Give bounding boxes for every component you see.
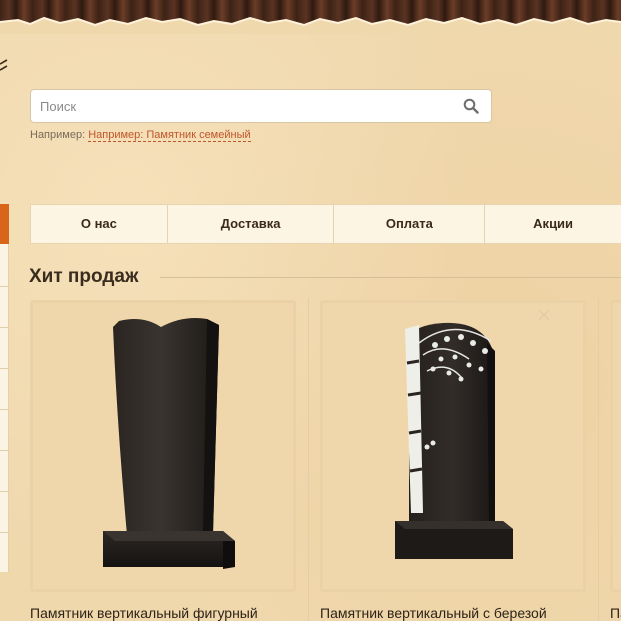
section-title: Хит продаж — [29, 266, 139, 287]
nav-item-about[interactable]: О нас — [31, 205, 168, 243]
search-example: Например: Например: Памятник семейный — [30, 129, 251, 142]
product-image[interactable] — [33, 303, 293, 589]
catalog-sidebar — [0, 204, 9, 572]
zoom-icon[interactable] — [537, 308, 551, 322]
nav-item-promotions[interactable]: Акции — [485, 205, 621, 243]
card-divider — [308, 298, 309, 621]
nav-item-payment[interactable]: Оплата — [334, 205, 486, 243]
sidebar-divider — [0, 532, 9, 533]
search-icon[interactable] — [463, 98, 479, 114]
card-divider — [598, 298, 599, 621]
product-title[interactable]: Памятник вертикальный с березой — [320, 605, 547, 621]
product-card[interactable] — [610, 300, 621, 592]
logo-fragment-icon[interactable] — [0, 58, 8, 78]
torn-paper-edge — [0, 16, 621, 36]
search-example-link[interactable]: Например: Памятник семейный — [88, 129, 251, 142]
product-title[interactable]: Па — [610, 605, 621, 621]
sidebar-divider — [0, 327, 9, 328]
product-card[interactable] — [30, 300, 296, 592]
sidebar-divider — [0, 491, 9, 492]
product-title[interactable]: Памятник вертикальный фигурный — [30, 605, 258, 621]
sidebar-divider — [0, 409, 9, 410]
sidebar-divider — [0, 450, 9, 451]
nav-item-delivery[interactable]: Доставка — [168, 205, 335, 243]
sidebar-divider — [0, 368, 9, 369]
catalog-sidebar-header[interactable] — [0, 204, 9, 244]
section-divider — [160, 277, 621, 278]
search-box — [30, 89, 492, 123]
sidebar-divider — [0, 286, 9, 287]
main-nav: О нас Доставка Оплата Акции — [30, 204, 621, 244]
search-input[interactable] — [31, 90, 451, 122]
product-image[interactable] — [323, 303, 583, 589]
search-example-prefix: Например: — [30, 129, 86, 141]
product-card[interactable] — [320, 300, 586, 592]
header-wood-strip — [0, 0, 621, 36]
